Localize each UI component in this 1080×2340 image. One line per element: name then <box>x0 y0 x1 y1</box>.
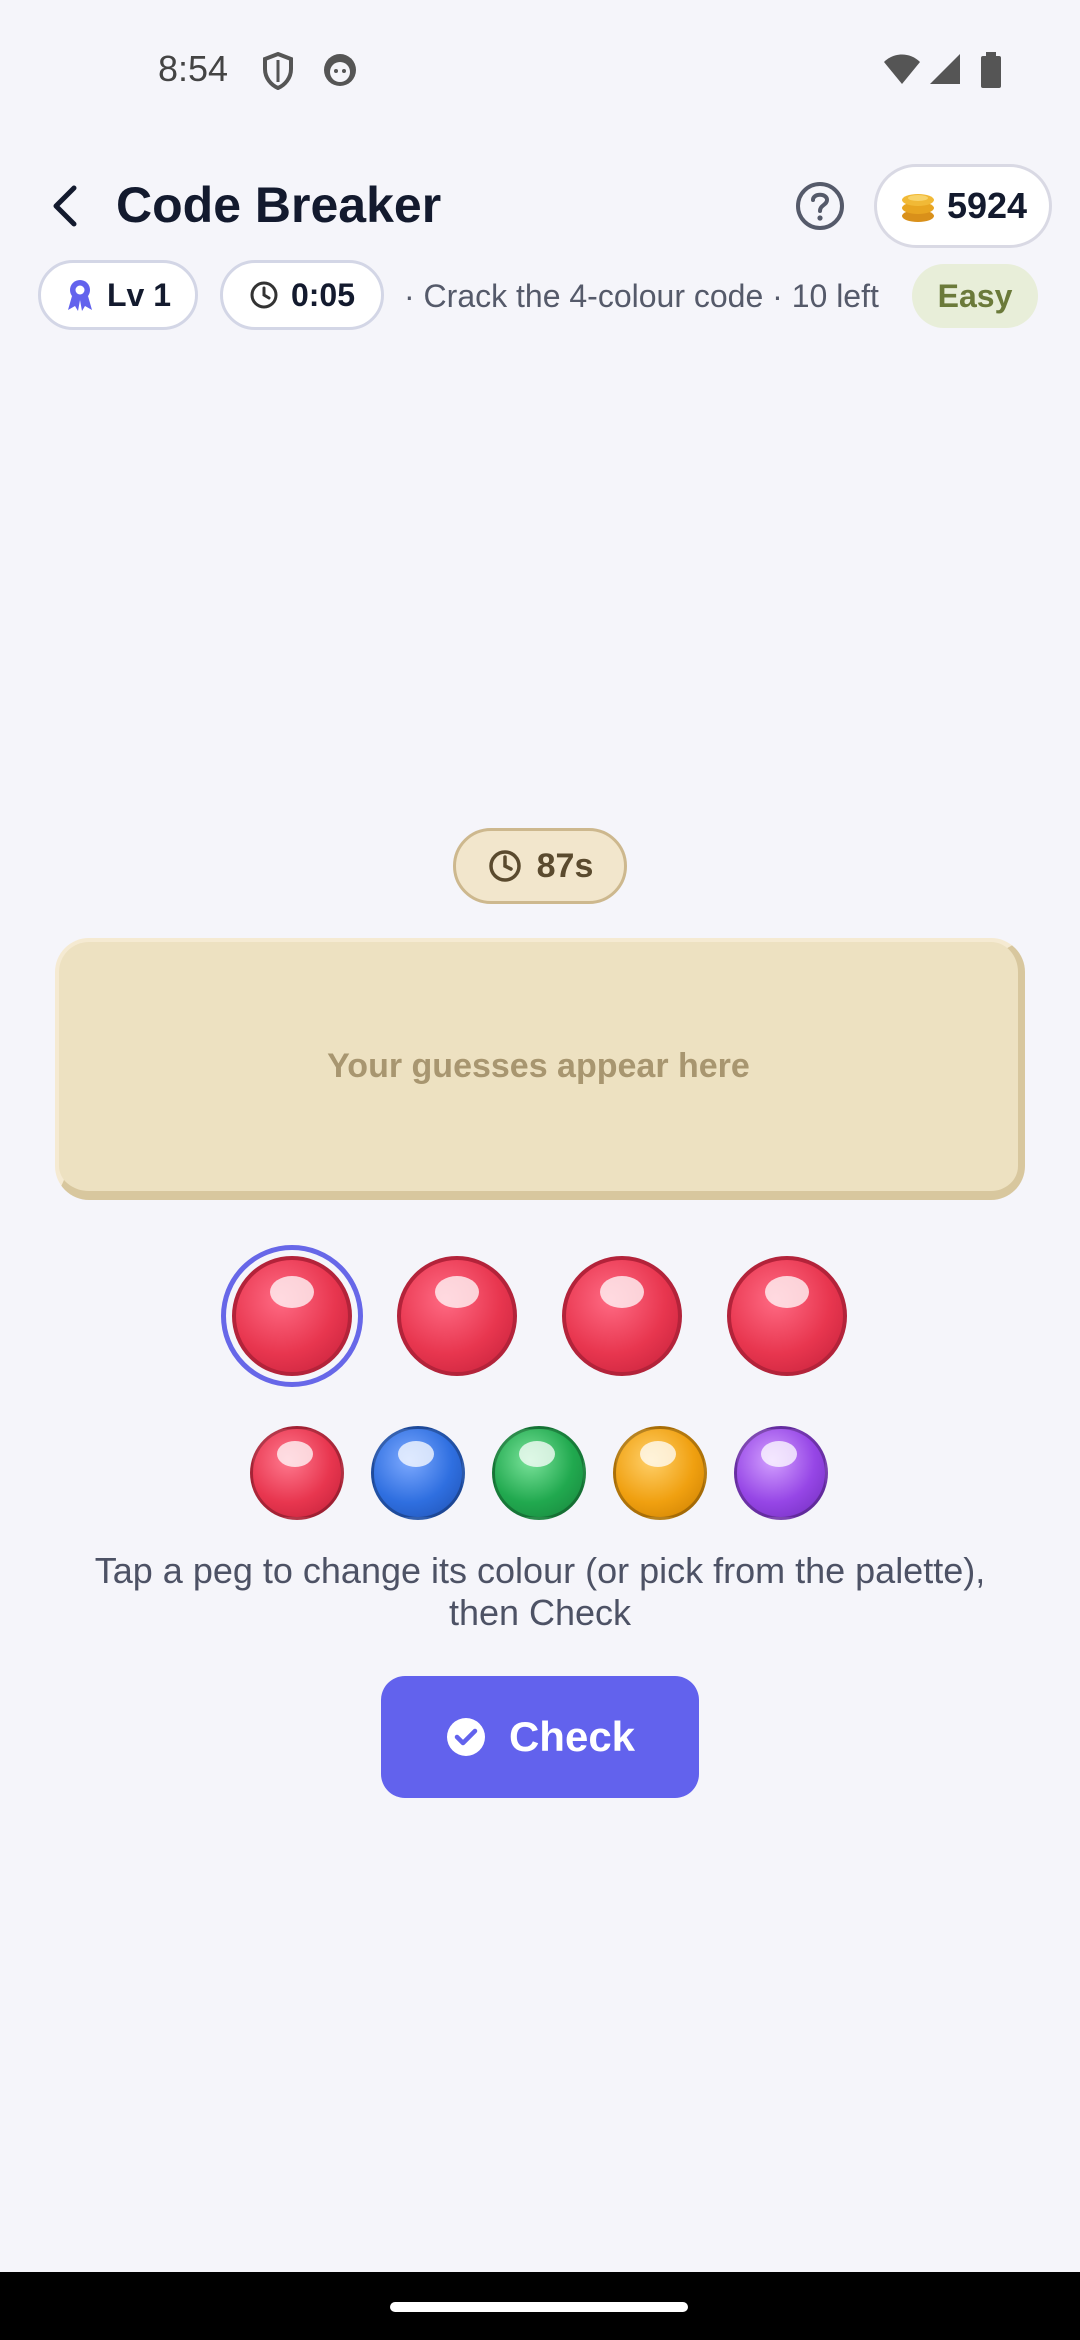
face-icon <box>322 52 358 93</box>
check-label: Check <box>508 1713 636 1760</box>
level-label: Lv 1 <box>106 276 172 313</box>
instruction-text: Tap a peg to change its colour (or pick … <box>94 1550 986 1633</box>
objective-text: · Crack the 4-colour code · 10 left <box>404 278 879 314</box>
palette-red[interactable] <box>250 1426 344 1520</box>
wifi-icon <box>882 52 922 91</box>
guess-peg-2[interactable] <box>397 1256 517 1376</box>
countdown-value: 87s <box>536 846 594 885</box>
countdown-timer: 87s <box>453 828 627 904</box>
coin-balance[interactable]: 5924 <box>874 164 1052 248</box>
palette-green[interactable] <box>492 1426 586 1520</box>
check-button[interactable]: Check <box>381 1676 699 1798</box>
back-button[interactable] <box>36 176 96 236</box>
guess-peg-4[interactable] <box>727 1256 847 1376</box>
badge-icon <box>67 280 92 311</box>
back-arrow-icon <box>53 185 77 227</box>
palette-orange[interactable] <box>613 1426 707 1520</box>
difficulty-badge: Easy <box>912 264 1038 328</box>
coin-count: 5924 <box>946 185 1028 226</box>
palette-blue[interactable] <box>371 1426 465 1520</box>
check-circle-icon <box>446 1718 485 1756</box>
system-nav-bar <box>0 2272 1080 2340</box>
status-time: 8:54 <box>158 48 229 89</box>
guess-peg-3[interactable] <box>562 1256 682 1376</box>
elapsed-time-chip: 0:05 <box>220 260 384 330</box>
board-placeholder: Your guesses appear here <box>327 1047 750 1085</box>
palette-purple[interactable] <box>734 1426 828 1520</box>
guess-peg-1[interactable] <box>232 1256 352 1376</box>
signal-icon <box>928 52 962 91</box>
level-chip: Lv 1 <box>38 260 198 330</box>
battery-icon <box>980 52 1002 93</box>
guess-board: Your guesses appear here <box>55 938 1025 1200</box>
status-bar: 8:54 <box>0 0 1080 140</box>
clock-icon <box>488 850 521 882</box>
elapsed-time: 0:05 <box>290 276 356 313</box>
help-button[interactable] <box>794 180 846 232</box>
page-title: Code Breaker <box>116 177 442 233</box>
shield-icon <box>262 51 294 95</box>
clock-icon <box>250 281 278 309</box>
game-info-row: Lv 1 0:05 · Crack the 4-colour code · 10… <box>0 258 1080 338</box>
top-app-bar: Code Breaker 5924 <box>0 150 1080 260</box>
coins-icon <box>901 194 934 222</box>
home-gesture-handle[interactable] <box>390 2302 688 2312</box>
help-icon <box>796 182 844 230</box>
